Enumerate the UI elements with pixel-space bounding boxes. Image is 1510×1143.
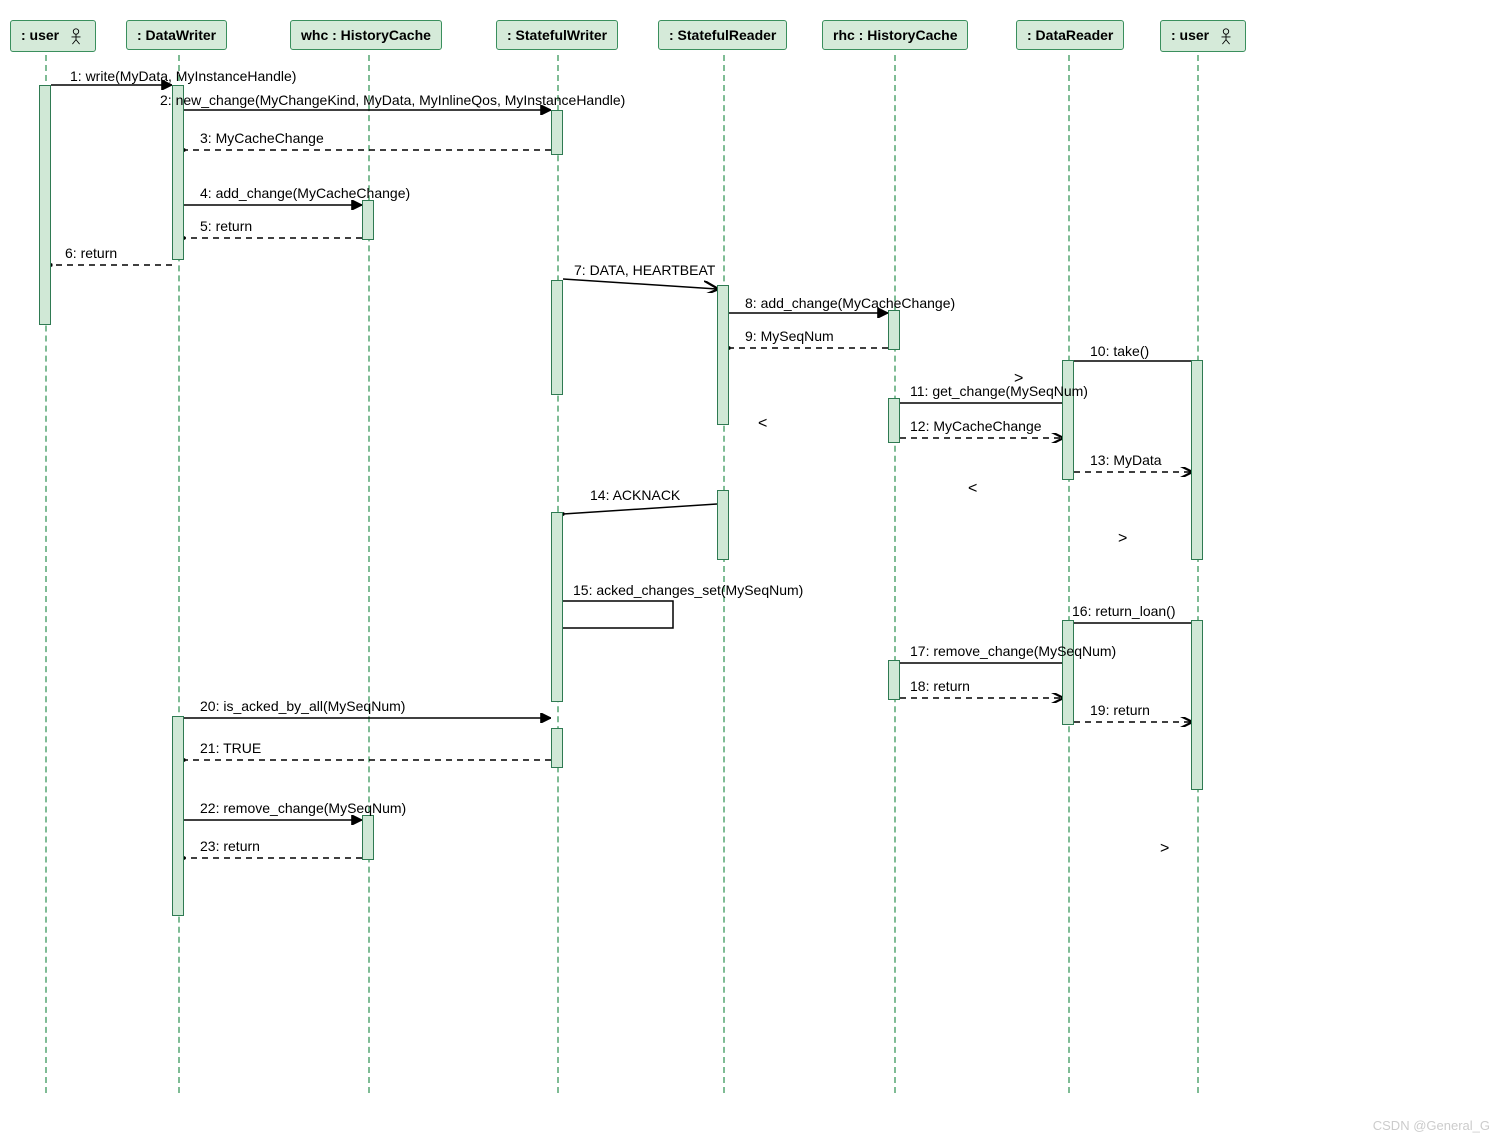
msg-4-arrow (184, 200, 362, 210)
participant-label: : DataReader (1027, 27, 1113, 43)
activation (551, 110, 563, 155)
activation (1191, 360, 1203, 560)
msg-5-label: 5: return (200, 218, 252, 234)
msg-13-arrow (1074, 467, 1191, 477)
msg-21-label: 21: TRUE (200, 740, 261, 756)
msg-6-label: 6: return (65, 245, 117, 261)
activation (551, 280, 563, 395)
msg-2-arrow (184, 105, 551, 115)
msg-17-label: 17: remove_change(MySeqNum) (910, 643, 1116, 659)
msg-17-arrow (900, 658, 1062, 668)
participant-label: : user (21, 27, 59, 43)
msg-16-arrow (1074, 618, 1191, 628)
msg-18-label: 18: return (910, 678, 970, 694)
lifeline-statefulreader (723, 55, 725, 1093)
msg-3-arrow (184, 145, 551, 155)
participant-label: rhc : HistoryCache (833, 27, 957, 43)
msg-20-label: 20: is_acked_by_all(MySeqNum) (200, 698, 405, 714)
msg-23-arrow (184, 853, 362, 863)
msg-10-arrow (1074, 356, 1191, 366)
actor-icon (67, 27, 85, 45)
msg-11-arrow (900, 398, 1062, 408)
activation (888, 310, 900, 350)
actor-icon (1217, 27, 1235, 45)
participant-user1: : user (10, 20, 96, 52)
msg-9-label: 9: MySeqNum (745, 328, 834, 344)
msg-1-arrow (51, 80, 172, 90)
glyph: < (968, 480, 984, 496)
glyph: > (1014, 370, 1030, 386)
activation (362, 815, 374, 860)
participant-statefulwriter: : StatefulWriter (496, 20, 618, 50)
participant-datawriter: : DataWriter (126, 20, 227, 50)
participant-rhc: rhc : HistoryCache (822, 20, 968, 50)
msg-4-label: 4: add_change(MyCacheChange) (200, 185, 410, 201)
participant-whc: whc : HistoryCache (290, 20, 442, 50)
msg-20-arrow (184, 713, 551, 723)
msg-9-arrow (729, 343, 888, 353)
activation (717, 285, 729, 425)
activation (362, 200, 374, 240)
msg-8-arrow (729, 308, 888, 318)
activation (1191, 620, 1203, 790)
activation (551, 512, 563, 702)
msg-7-arrow (563, 275, 717, 293)
msg-21-arrow (184, 755, 551, 765)
sequence-diagram: : user : DataWriter whc : HistoryCache :… (0, 0, 1510, 1143)
glyph: > (1160, 840, 1176, 856)
msg-15-arrow (563, 598, 683, 638)
participant-user2: : user (1160, 20, 1246, 52)
activation (172, 85, 184, 260)
msg-19-arrow (1074, 717, 1191, 727)
participant-label: : DataWriter (137, 27, 216, 43)
participant-label: whc : HistoryCache (301, 27, 431, 43)
participant-label: : StatefulReader (669, 27, 776, 43)
lifeline-rhc (894, 55, 896, 1093)
msg-22-arrow (184, 815, 362, 825)
msg-14-arrow (563, 500, 717, 518)
glyph: < (758, 415, 774, 431)
participant-datareader: : DataReader (1016, 20, 1124, 50)
activation (888, 398, 900, 443)
msg-11-label: 11: get_change(MySeqNum) (910, 383, 1088, 399)
activation (717, 490, 729, 560)
msg-12-arrow (900, 433, 1062, 443)
msg-12-label: 12: MyCacheChange (910, 418, 1042, 434)
activation (172, 716, 184, 916)
activation (1062, 620, 1074, 725)
activation (1062, 360, 1074, 480)
activation (39, 85, 51, 325)
watermark: CSDN @General_G (1373, 1118, 1490, 1133)
msg-19-label: 19: return (1090, 702, 1150, 718)
msg-13-label: 13: MyData (1090, 452, 1162, 468)
msg-23-label: 23: return (200, 838, 260, 854)
participant-label: : StatefulWriter (507, 27, 607, 43)
msg-6-arrow (51, 260, 172, 270)
msg-22-label: 22: remove_change(MySeqNum) (200, 800, 406, 816)
participant-statefulreader: : StatefulReader (658, 20, 787, 50)
msg-5-arrow (184, 233, 362, 243)
msg-3-label: 3: MyCacheChange (200, 130, 324, 146)
msg-16-label: 16: return_loan() (1072, 603, 1176, 619)
activation (551, 728, 563, 768)
glyph: > (1118, 530, 1134, 546)
msg-18-arrow (900, 693, 1062, 703)
lifeline-user2 (1197, 55, 1199, 1093)
participant-label: : user (1171, 27, 1209, 43)
msg-15-label: 15: acked_changes_set(MySeqNum) (573, 582, 803, 598)
activation (888, 660, 900, 700)
lifeline-datareader (1068, 55, 1070, 1093)
